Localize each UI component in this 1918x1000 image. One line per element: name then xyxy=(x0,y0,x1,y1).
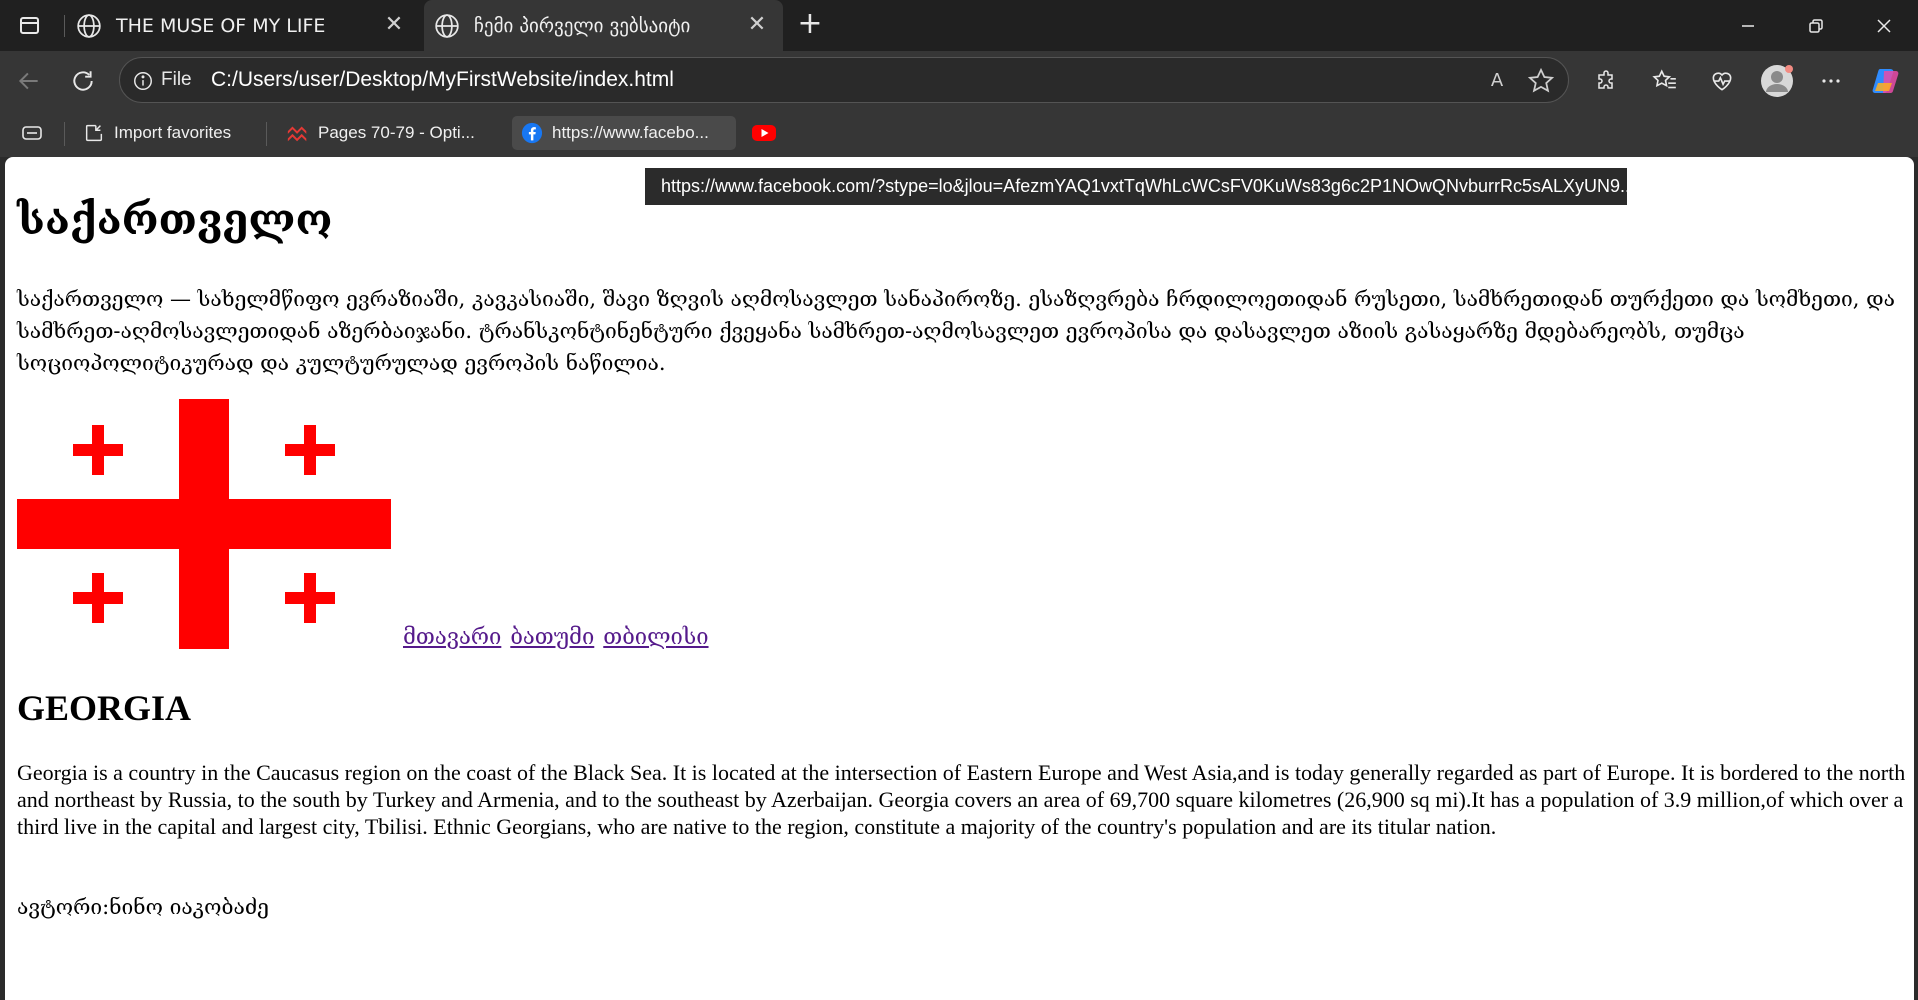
minimize-icon xyxy=(1742,24,1754,27)
bookmark-label: Pages 70-79 - Opti... xyxy=(318,123,475,142)
refresh-icon xyxy=(73,71,93,91)
globe-icon xyxy=(77,13,101,38)
tab-muse-of-my-life[interactable]: THE MUSE OF MY LIFE ✕ xyxy=(66,0,420,51)
restore-icon xyxy=(1809,18,1823,33)
ellipsis-icon xyxy=(1822,79,1840,83)
more-button[interactable] xyxy=(1811,61,1851,101)
info-icon[interactable] xyxy=(132,70,154,92)
import-icon xyxy=(82,121,106,145)
tab-my-first-website[interactable]: ჩემი პირველი ვებსაიტი ✕ xyxy=(424,0,783,51)
bookmark-import-favorites[interactable]: Import favorites xyxy=(74,116,239,150)
bookmark-separator xyxy=(266,122,267,146)
georgia-flag-image xyxy=(17,399,391,649)
profile-button[interactable] xyxy=(1757,61,1797,101)
read-aloud-icon[interactable]: A xyxy=(1482,67,1512,95)
intro-paragraph-english: Georgia is a country in the Caucasus reg… xyxy=(17,760,1906,839)
pages-icon xyxy=(286,121,310,145)
bookmark-pages[interactable]: Pages 70-79 - Opti... xyxy=(278,116,483,150)
nav-links: მთავარი ბათუმი თბილისი xyxy=(403,625,711,650)
navigation-toolbar: File C:/Users/user/Desktop/MyFirstWebsit… xyxy=(0,51,1918,110)
tab-title: ჩემი პირველი ვებსაიტი xyxy=(474,14,691,37)
bookmark-facebook[interactable]: https://www.facebo... xyxy=(512,116,736,150)
page-viewport: საქართველო საქართველო — სახელმწიფო ევრაზ… xyxy=(5,157,1914,1000)
workspaces-button[interactable] xyxy=(14,11,44,39)
globe-icon xyxy=(435,13,459,38)
heading-english: GEORGIA xyxy=(17,688,192,728)
browser-essentials-button[interactable] xyxy=(1702,61,1742,101)
close-tab-icon[interactable]: ✕ xyxy=(382,13,406,37)
new-tab-button[interactable]: + xyxy=(794,9,826,41)
link-tbilisi[interactable]: თბილისი xyxy=(603,625,708,650)
copilot-button[interactable] xyxy=(1866,61,1906,101)
collections-button[interactable] xyxy=(14,116,50,150)
bookmark-label: Import favorites xyxy=(114,123,232,142)
restore-button[interactable] xyxy=(1782,0,1850,51)
link-batumi[interactable]: ბათუმი xyxy=(510,625,594,650)
minimize-button[interactable] xyxy=(1714,0,1782,51)
tab-actions-icon xyxy=(22,126,42,140)
heart-pulse-icon xyxy=(1712,72,1732,91)
page-title-georgian: საქართველო xyxy=(17,195,333,244)
close-tab-icon[interactable]: ✕ xyxy=(745,13,769,37)
favorites-star-icon xyxy=(1652,69,1676,89)
bookmark-youtube[interactable] xyxy=(744,116,792,150)
bookmark-label: https://www.facebo... xyxy=(552,123,709,142)
url-text[interactable]: C:/Users/user/Desktop/MyFirstWebsite/ind… xyxy=(211,68,674,92)
back-button[interactable] xyxy=(9,61,49,101)
link-home[interactable]: მთავარი xyxy=(403,625,501,650)
address-bar[interactable]: File C:/Users/user/Desktop/MyFirstWebsit… xyxy=(119,57,1569,103)
link-url-tooltip: https://www.facebook.com/?stype=lo&jlou=… xyxy=(645,168,1627,205)
tab-title: THE MUSE OF MY LIFE xyxy=(116,14,326,37)
puzzle-icon xyxy=(1598,70,1613,89)
star-icon[interactable] xyxy=(1526,67,1556,95)
workspaces-icon xyxy=(19,16,39,34)
copilot-icon xyxy=(1872,69,1899,93)
bookmark-separator xyxy=(64,122,65,146)
facebook-icon xyxy=(520,121,544,145)
author-line: ავტორი:ნინო იაკობაძე xyxy=(17,895,269,919)
avatar xyxy=(1761,65,1793,97)
extensions-button[interactable] xyxy=(1587,61,1627,101)
arrow-left-icon xyxy=(18,72,38,90)
favorites-button[interactable] xyxy=(1645,61,1685,101)
site-scheme-label: File xyxy=(161,69,192,90)
intro-paragraph-georgian: საქართველო — სახელმწიფო ევრაზიაში, კავკა… xyxy=(17,287,1895,375)
youtube-icon xyxy=(752,121,776,145)
favorites-bar: Import favorites Pages 70-79 - Opti... h… xyxy=(0,110,1918,157)
close-icon xyxy=(1877,18,1891,33)
title-bar: THE MUSE OF MY LIFE ✕ ჩემი პირველი ვებსა… xyxy=(0,0,1918,51)
close-window-button[interactable] xyxy=(1850,0,1918,51)
tab-separator xyxy=(64,15,65,37)
refresh-button[interactable] xyxy=(63,61,103,101)
